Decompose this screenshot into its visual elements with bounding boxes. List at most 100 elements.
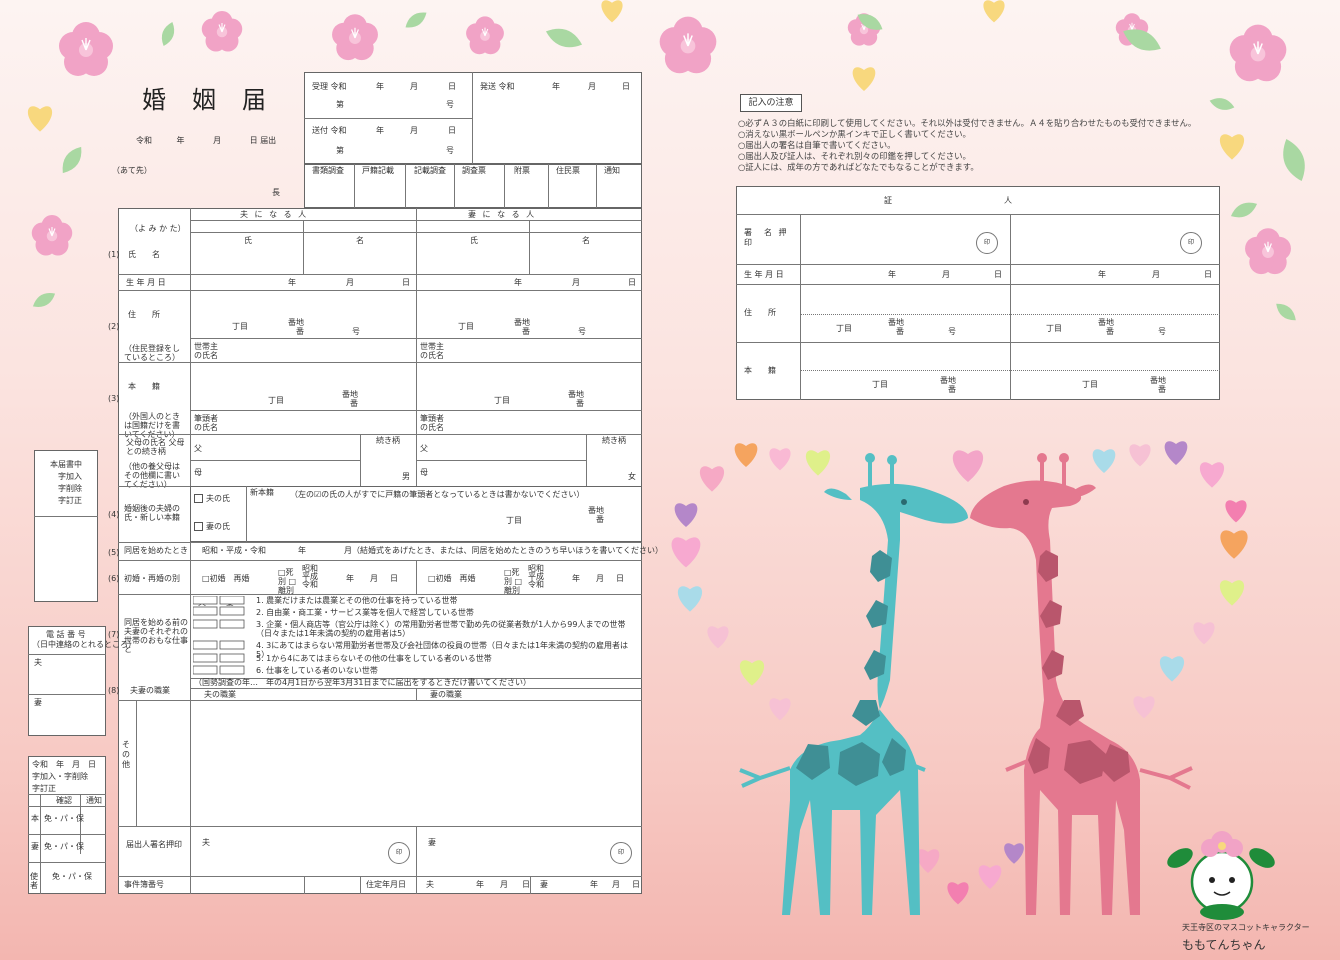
givenname-label: 名 (356, 236, 364, 245)
chome-label: 丁目 (494, 396, 510, 405)
ymd-label: 月 (596, 574, 604, 583)
notice-line: ○必ずＡ３の白紙に印刷して使用してください。それ以外は受付できません。Ａ４を貼り… (738, 118, 1197, 128)
first-marriage-check[interactable]: □初婚 再婚 (428, 574, 476, 583)
mascot-icon (1167, 831, 1275, 920)
ymd-label: 月 (1152, 270, 1160, 279)
verify-side-label: 使者 (30, 872, 38, 890)
checkbox-grid (192, 595, 245, 675)
mother-label: 母 (420, 468, 428, 477)
verify-side-label: 妻 (31, 842, 39, 851)
ban-label: 番 (1106, 327, 1114, 336)
ban-label: 番 (522, 327, 530, 336)
cohabit-label: 同居を始めたとき (124, 546, 188, 555)
verify-row: 令和 年 月 日 (32, 760, 96, 769)
householder-label: 世帯主の氏名 (420, 342, 444, 360)
husband-surname-check[interactable]: 夫の氏 (194, 494, 230, 504)
remarry-label: 初婚・再婚の別 (124, 574, 180, 583)
banchi-label: 番地 (1150, 376, 1166, 385)
registry-text: 本届書中 (50, 460, 82, 469)
verify-val: 免・パ・保 (44, 842, 84, 851)
row-number: (6) (108, 574, 120, 583)
ymd-label: 日 (448, 126, 456, 135)
first-marriage-check[interactable]: □初婚 再婚 (202, 574, 250, 583)
other-row-label: その他 (122, 740, 130, 769)
ymd-label: 月 (346, 278, 354, 287)
seal-icon: 印 (1180, 232, 1202, 254)
ymd-label: 年 (888, 270, 896, 279)
banchi-label: 番地 (288, 318, 304, 327)
verify-row: 字訂正 (32, 784, 56, 793)
address-row-label: 住 所 (128, 310, 160, 319)
ban-label: 番 (1158, 385, 1166, 394)
ymd-label: 月 (588, 82, 596, 91)
honseki-row-label: 本 籍 (128, 382, 160, 391)
banchi-label: 番地 (1098, 318, 1114, 327)
notice-title: 記入の注意 (740, 94, 802, 112)
head-label: 筆頭者の氏名 (194, 414, 218, 432)
ban-label: 番 (576, 399, 584, 408)
ymd-label: 年 (514, 278, 522, 287)
banchi-label: 番地 (888, 318, 904, 327)
banchi-label: 番地 (568, 390, 584, 399)
received-label: 受理 令和 (312, 82, 347, 91)
seal-icon: 印 (610, 842, 632, 864)
flower-icon (31, 214, 73, 257)
daughter-label: 女 (628, 472, 636, 481)
ban-label: 番 (596, 515, 604, 524)
ymd-label: 年 (572, 574, 580, 583)
mother-label: 母 (194, 468, 202, 477)
giraffe-pink (970, 453, 1193, 915)
ymd-label: 年 (288, 278, 296, 287)
husband-surname-text: 夫の氏 (206, 494, 230, 503)
new-honseki-note: （左の☑の氏の人がすでに戸籍の筆頭者となっているときは書かないでください） (290, 490, 585, 499)
notice-list: ○必ずＡ３の白紙に印刷して使用してください。それ以外は受付できません。Ａ４を貼り… (738, 118, 1228, 173)
ymd-label: 年 (476, 880, 484, 889)
ymd-label: 月 (370, 574, 378, 583)
flower-icon (201, 10, 243, 53)
witness-sign-label: 署 名 押 印 (744, 228, 799, 247)
notice-line: ○証人には、成年の方であればどなたでもなることができます。 (738, 162, 979, 172)
verify-side-label: 本 (31, 814, 39, 823)
go-label: 号 (352, 327, 360, 336)
chome-label: 丁目 (232, 322, 248, 331)
husband-short: 夫 (426, 880, 434, 889)
flower-icon (1228, 23, 1288, 83)
relation-label: 続き柄 (602, 436, 626, 445)
row-number: (8) (108, 686, 120, 695)
ymd-label: 日 (390, 574, 398, 583)
wife-surname-check[interactable]: 妻の氏 (194, 522, 230, 532)
ymd-label: 年 (1098, 270, 1106, 279)
seal-icon: 印 (976, 232, 998, 254)
go-label: 号 (1158, 327, 1166, 336)
witness-address-label: 住 所 (744, 308, 776, 317)
address-to-label: （あて先） (112, 166, 152, 175)
day-label: 日 (249, 136, 258, 145)
month-label: 月 (213, 136, 222, 145)
ymd-label: 日 (632, 880, 640, 889)
wife-surname-text: 妻の氏 (206, 522, 230, 531)
era-small: 令和 (302, 580, 318, 589)
witness-title: 証 人 (884, 196, 1012, 205)
job-checkboxes[interactable] (192, 595, 245, 678)
office-col-label: 附票 (514, 166, 530, 175)
bride-header: 妻 に な る 人 (468, 210, 537, 219)
chome-label: 丁目 (1046, 324, 1062, 333)
phone-husband: 夫 (34, 658, 42, 667)
chome-label: 丁目 (872, 380, 888, 389)
death-divorce-label: □死別 □離別 (278, 568, 297, 595)
flower-icon (331, 13, 379, 61)
witness-honseki-label: 本 籍 (744, 366, 776, 375)
cohabit-note: 月（結婚式をあげたとき、または、同居を始めたときのうち早いほうを書いてください） (344, 546, 663, 555)
ymd-label: 月 (612, 880, 620, 889)
receipt-go: 号 (446, 146, 454, 155)
banchi-label: 番地 (588, 506, 604, 515)
phone-title: 電 話 番 号 (46, 630, 86, 639)
flower-icon (658, 15, 718, 75)
sent-label: 送付 令和 (312, 126, 347, 135)
phone-wife: 妻 (34, 698, 42, 707)
verify-row: 字加入・字削除 (32, 772, 88, 781)
mascot-name: ももてんちゃん (1182, 938, 1266, 952)
address-note: （住民登録をしているところ） (124, 344, 180, 362)
submit-label: 届出 (260, 136, 277, 145)
ymd-label: 日 (616, 574, 624, 583)
